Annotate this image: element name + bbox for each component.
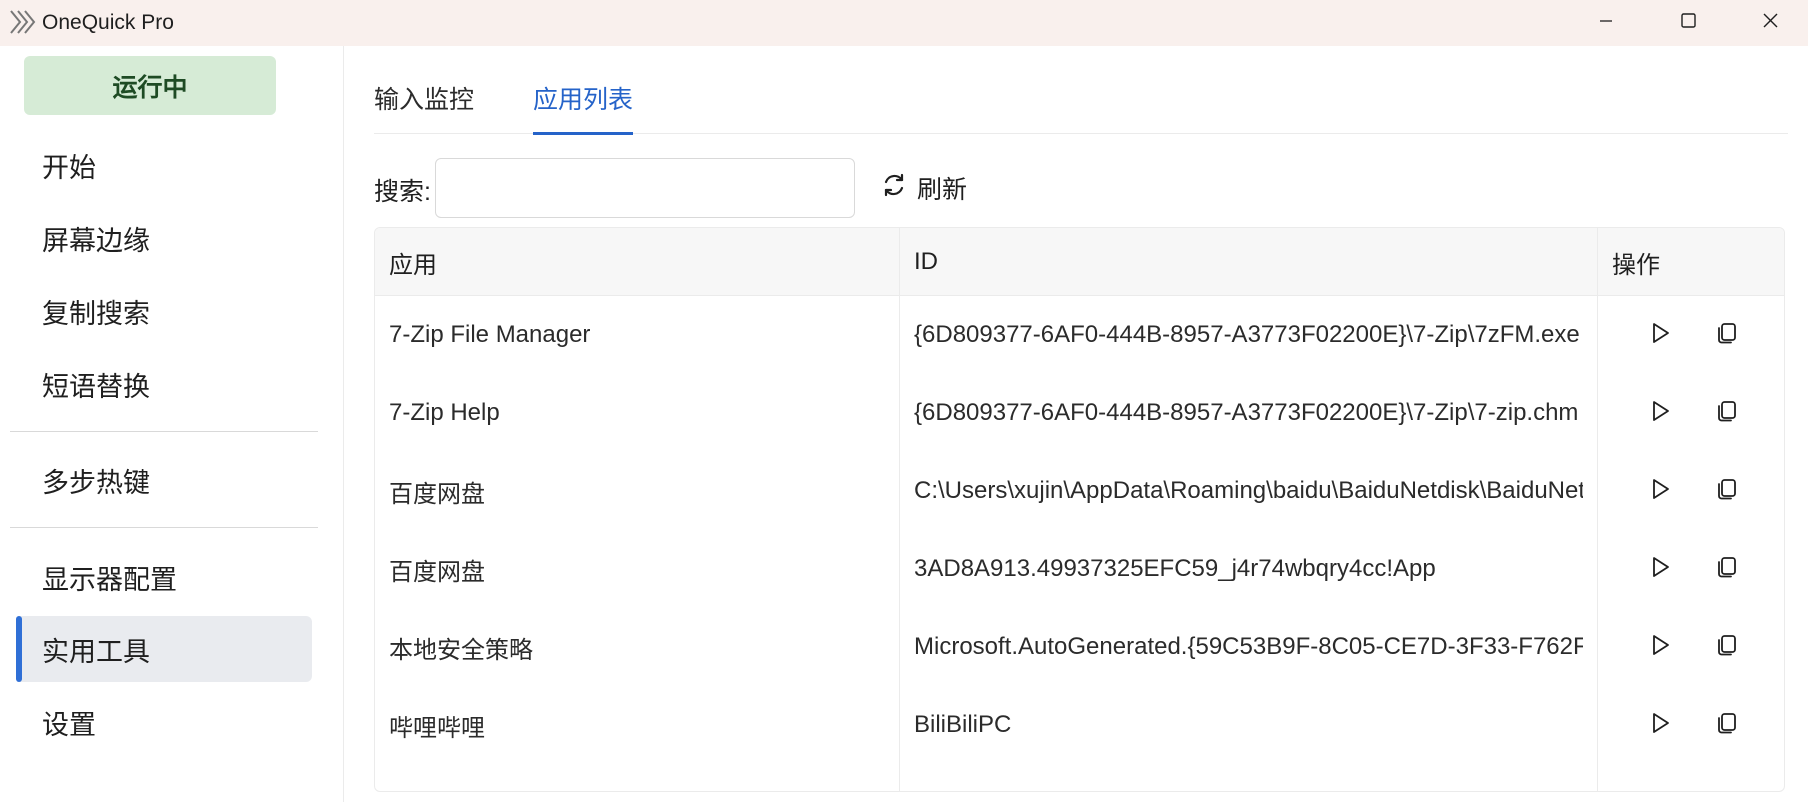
search-label: 搜索: xyxy=(374,178,431,206)
sidebar-item-copy-search[interactable]: 复制搜索 xyxy=(16,278,312,344)
app-id-text: BiliBiliPC xyxy=(914,711,1012,738)
app-name-cell: 哔哩哔哩 xyxy=(389,714,485,742)
tab-bar: 输入监控 应用列表 xyxy=(374,46,1788,135)
main-panel: 输入监控 应用列表 搜索: 刷新 应用 ID 操作 7-Zip File Man… xyxy=(345,46,1808,802)
app-id-text: {6D809377-6AF0-444B-8957-A3773F02200E}\7… xyxy=(914,321,1580,348)
app-id-cell: BiliBiliPC xyxy=(900,686,1595,764)
app-name-cell: 7-Zip Help xyxy=(389,399,500,426)
sidebar-divider xyxy=(10,527,318,528)
run-button[interactable] xyxy=(1645,632,1675,662)
sidebar-item-settings[interactable]: 设置 xyxy=(16,689,312,755)
play-icon xyxy=(1648,711,1672,740)
status-badge[interactable]: 运行中 xyxy=(24,56,276,115)
minimize-icon xyxy=(1599,14,1613,33)
app-id-cell: Microsoft.AutoGenerated.{59C53B9F-8C05-C… xyxy=(900,608,1595,686)
app-id-cell: {6D809377-6AF0-444B-8957-A3773F02200E}\7… xyxy=(900,296,1595,374)
run-button[interactable] xyxy=(1645,398,1675,428)
play-icon xyxy=(1648,477,1672,506)
copy-icon xyxy=(1715,399,1739,428)
run-button[interactable] xyxy=(1645,554,1675,584)
copy-button[interactable] xyxy=(1712,398,1742,428)
close-icon xyxy=(1763,13,1778,33)
app-name-cell: 7-Zip File Manager xyxy=(389,321,591,348)
sidebar-divider xyxy=(10,431,318,432)
play-icon xyxy=(1648,399,1672,428)
chevrons-right-icon xyxy=(8,8,38,36)
maximize-button[interactable] xyxy=(1648,0,1728,46)
sidebar-item-screen-edge[interactable]: 屏幕边缘 xyxy=(16,205,312,271)
sidebar-item-utilities[interactable]: 实用工具 xyxy=(16,616,312,682)
copy-icon xyxy=(1715,321,1739,350)
minimize-button[interactable] xyxy=(1566,0,1646,46)
app-id-text: {6D809377-6AF0-444B-8957-A3773F02200E}\7… xyxy=(914,399,1579,426)
column-header-id[interactable]: ID xyxy=(900,228,938,296)
copy-icon xyxy=(1715,477,1739,506)
sidebar-item-multi-step-hotkey[interactable]: 多步热键 xyxy=(16,447,312,513)
tab-label: 应用列表 xyxy=(533,86,634,114)
play-icon xyxy=(1648,321,1672,350)
play-icon xyxy=(1648,555,1672,584)
sidebar-item-phrase-replace[interactable]: 短语替换 xyxy=(16,351,312,417)
copy-button[interactable] xyxy=(1712,710,1742,740)
app-id-text: C:\Users\xujin\AppData\Roaming\baidu\Bai… xyxy=(914,477,1583,504)
copy-button[interactable] xyxy=(1712,554,1742,584)
app-name-cell: 百度网盘 xyxy=(389,558,485,586)
refresh-icon xyxy=(881,172,917,205)
run-button[interactable] xyxy=(1645,710,1675,740)
app-id-text: 3AD8A913.49937325EFC59_j4r74wbqry4cc!App xyxy=(914,555,1436,582)
window-title: OneQuick Pro xyxy=(42,11,174,34)
copy-button[interactable] xyxy=(1712,320,1742,350)
play-icon xyxy=(1648,633,1672,662)
table-row: 7-Zip File Manager {6D809377-6AF0-444B-8… xyxy=(375,296,1784,374)
search-input[interactable] xyxy=(435,158,855,218)
tab-input-monitor[interactable]: 输入监控 xyxy=(374,80,474,134)
app-id-cell: 3AD8A913.49937325EFC59_j4r74wbqry4cc!App xyxy=(900,530,1595,608)
sidebar: 运行中 开始 屏幕边缘 复制搜索 短语替换 多步热键 显示器配置 实用工具 设置 xyxy=(0,46,344,802)
table-row: 哔哩哔哩 BiliBiliPC xyxy=(375,686,1784,764)
copy-button[interactable] xyxy=(1712,632,1742,662)
tab-app-list[interactable]: 应用列表 xyxy=(533,80,634,135)
app-id-cell: {6D809377-6AF0-444B-8957-A3773F02200E}\7… xyxy=(900,374,1595,452)
table-row: 百度网盘 C:\Users\xujin\AppData\Roaming\baid… xyxy=(375,452,1784,530)
column-header-ops: 操作 xyxy=(1612,251,1660,279)
copy-icon xyxy=(1715,555,1739,584)
title-bar: OneQuick Pro xyxy=(0,0,1808,46)
app-name-cell: 百度网盘 xyxy=(389,480,485,508)
app-name-cell: 本地安全策略 xyxy=(389,636,533,664)
app-id-text: Microsoft.AutoGenerated.{59C53B9F-8C05-C… xyxy=(914,633,1583,660)
sidebar-item-start[interactable]: 开始 xyxy=(16,132,312,198)
copy-icon xyxy=(1715,711,1739,740)
tab-label: 输入监控 xyxy=(374,86,475,114)
table-row: 百度网盘 3AD8A913.49937325EFC59_j4r74wbqry4c… xyxy=(375,530,1784,608)
copy-icon xyxy=(1715,633,1739,662)
app-id-cell: C:\Users\xujin\AppData\Roaming\baidu\Bai… xyxy=(900,452,1595,530)
refresh-label: 刷新 xyxy=(917,176,968,204)
maximize-icon xyxy=(1680,13,1696,33)
table-row: 7-Zip Help {6D809377-6AF0-444B-8957-A377… xyxy=(375,374,1784,452)
app-table: 应用 ID 操作 7-Zip File Manager {6D809377-6A… xyxy=(374,227,1785,792)
active-tab-indicator xyxy=(533,132,634,135)
table-header: 应用 ID 操作 xyxy=(375,228,1784,296)
run-button[interactable] xyxy=(1645,320,1675,350)
refresh-button[interactable]: 刷新 xyxy=(881,170,967,206)
close-button[interactable] xyxy=(1730,0,1808,46)
copy-button[interactable] xyxy=(1712,476,1742,506)
sidebar-item-display-config[interactable]: 显示器配置 xyxy=(16,544,312,610)
table-row: 本地安全策略 Microsoft.AutoGenerated.{59C53B9F… xyxy=(375,608,1784,686)
run-button[interactable] xyxy=(1645,476,1675,506)
column-header-app[interactable]: 应用 xyxy=(375,228,437,296)
